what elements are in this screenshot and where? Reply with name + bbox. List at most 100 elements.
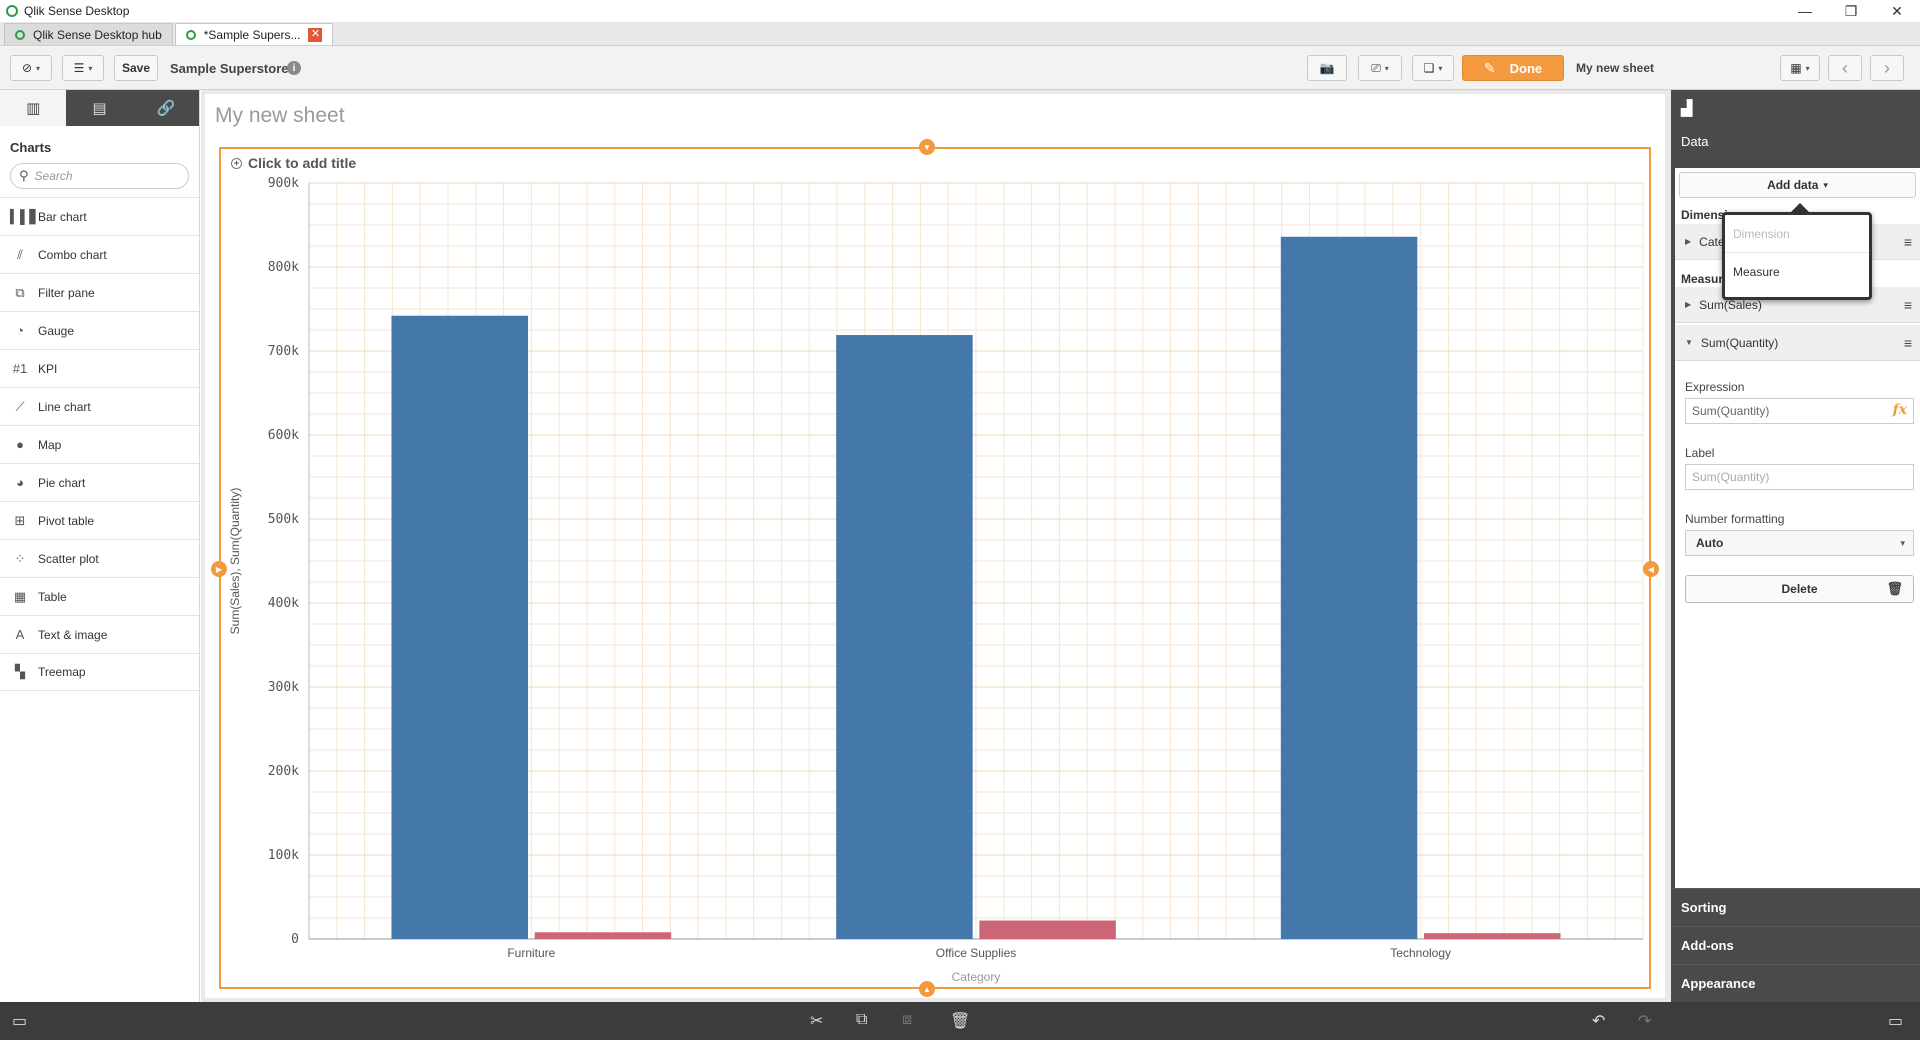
resize-handle-top[interactable]: ▼ — [919, 139, 935, 155]
chart-item-gauge[interactable]: ◔ Gauge — [0, 311, 199, 349]
chart-item-combo-chart[interactable]: ⫽ Combo chart — [0, 235, 199, 273]
appearance-section[interactable]: Appearance — [1671, 964, 1920, 1002]
y-tick-label: 900k — [268, 176, 299, 191]
chevron-down-icon: ▾ — [1384, 63, 1389, 73]
previous-sheet-button[interactable]: ‹ — [1828, 55, 1862, 81]
y-tick-label: 300k — [268, 680, 299, 695]
chart-item-map[interactable]: ● Map — [0, 425, 199, 463]
drag-menu-icon[interactable]: ≡ — [1904, 234, 1912, 250]
add-dimension-option[interactable]: Dimension — [1725, 215, 1869, 253]
drag-menu-icon[interactable]: ≡ — [1904, 297, 1912, 313]
delete-icon[interactable]: 🗑 — [950, 1011, 970, 1031]
search-placeholder: Search — [34, 169, 73, 183]
resize-handle-right[interactable]: ◀ — [1643, 561, 1659, 577]
tab-hub[interactable]: Qlik Sense Desktop hub — [4, 23, 173, 45]
window-title: Qlik Sense Desktop — [24, 4, 130, 18]
add-data-button[interactable]: Add data ▾ — [1679, 172, 1916, 198]
snapshot-button[interactable]: 📷 — [1307, 55, 1347, 81]
delete-measure-button[interactable]: Delete 🗑 — [1685, 575, 1914, 603]
toggle-assets-panel-icon[interactable]: ▭ — [12, 1011, 27, 1031]
bar-chart-svg: 0 100k 200k 300k 400k 500k 600k 700k 800k 900k Fur… — [228, 176, 1644, 984]
redo-icon[interactable]: ↷ — [1638, 1011, 1651, 1031]
tab-fields[interactable]: ▤ — [66, 90, 132, 126]
add-data-label: Add data — [1767, 178, 1819, 192]
toggle-properties-panel-icon[interactable]: ▭ — [1888, 1011, 1903, 1031]
resize-handle-left[interactable]: ▶ — [211, 561, 227, 577]
bar-sum-sales--furniture — [391, 315, 528, 940]
chart-item-table[interactable]: ▦ Table — [0, 577, 199, 615]
chart-search-input[interactable]: ⚲ Search — [10, 163, 189, 189]
y-tick-label: 500k — [268, 512, 299, 527]
cut-icon[interactable]: ✂ — [810, 1011, 823, 1031]
tab-sample-superstore[interactable]: *Sample Supers... ✕ — [174, 23, 334, 45]
close-tab-icon[interactable]: ✕ — [308, 27, 323, 42]
bookmark-button[interactable]: ❏ ▾ — [1412, 55, 1454, 81]
bar-chart-icon: ▍▌▋ — [10, 208, 40, 224]
navigation-menu-button[interactable]: ⊘ ▾ — [10, 55, 52, 81]
bar-chart-icon: ▟ — [1681, 100, 1693, 117]
measure-row-sum-quantity[interactable]: ▼ Sum(Quantity) ≡ — [1675, 325, 1920, 361]
expression-value: Sum(Quantity) — [1692, 404, 1770, 418]
qlik-logo-icon — [6, 5, 18, 17]
chevron-down-icon: ▾ — [1438, 63, 1443, 73]
tab-charts[interactable]: ▥ — [0, 90, 67, 126]
number-formatting-select[interactable]: Auto ▾ — [1685, 530, 1914, 556]
tab-hub-label: Qlik Sense Desktop hub — [33, 27, 162, 42]
fx-icon[interactable]: fx — [1893, 402, 1907, 418]
app-menu-button[interactable]: ☰ ▾ — [62, 55, 104, 81]
close-window-button[interactable]: ✕ — [1874, 0, 1920, 22]
add-measure-option[interactable]: Measure — [1725, 253, 1869, 291]
done-editing-button[interactable]: ✎ Done — [1462, 55, 1564, 81]
bar-sum-sales--technology — [1280, 236, 1418, 939]
sorting-section[interactable]: Sorting — [1671, 888, 1920, 926]
bottom-toolbar: ▭ ✂ ⧉ ⧈ 🗑 ↶ ↷ ▭ — [0, 1002, 1920, 1040]
chart-item-line-chart[interactable]: ⟋ Line chart — [0, 387, 199, 425]
paste-icon[interactable]: ⧈ — [902, 1011, 912, 1029]
qlik-tab-icon — [15, 29, 25, 40]
bar-chart-object[interactable]: + Click to add title 0 100k 200k 300k 400k 50… — [219, 147, 1651, 989]
main-toolbar: ⊘ ▾ ☰ ▾ Save Sample Superstore i 📷 ⎚ ▾ ❏… — [0, 46, 1920, 90]
y-tick-label: 200k — [268, 764, 299, 779]
y-tick-label: 0 — [291, 932, 299, 947]
bar-sum-quantity--furniture — [534, 932, 672, 939]
x-tick-label: Furniture — [507, 946, 555, 960]
data-section-title[interactable]: Data — [1671, 126, 1920, 156]
chevron-down-icon: ▾ — [36, 63, 41, 73]
chart-item-kpi[interactable]: #1 KPI — [0, 349, 199, 387]
x-tick-label: Technology — [1390, 946, 1451, 960]
done-label: Done — [1509, 60, 1543, 76]
chart-item-bar-chart[interactable]: ▍▌▋ Bar chart — [0, 197, 199, 235]
delete-label: Delete — [1781, 582, 1818, 596]
sheet-title[interactable]: My new sheet — [215, 104, 345, 128]
resize-handle-bottom[interactable]: ▲ — [919, 981, 935, 997]
copy-icon[interactable]: ⧉ — [856, 1011, 867, 1029]
addons-section[interactable]: Add-ons — [1671, 926, 1920, 964]
next-sheet-button[interactable]: › — [1870, 55, 1904, 81]
chart-item-pivot-table[interactable]: ⊞ Pivot table — [0, 501, 199, 539]
y-tick-label: 800k — [268, 260, 299, 275]
bookmark-icon: ❏ — [1423, 61, 1435, 75]
filter-pane-icon: ⧉ — [15, 284, 25, 300]
info-icon[interactable]: i — [287, 61, 301, 75]
restore-button[interactable]: ❐ — [1828, 0, 1874, 22]
bar-sum-sales--office-supplies — [836, 335, 973, 939]
sheets-menu-button[interactable]: ▦ ▾ — [1780, 55, 1820, 81]
story-button[interactable]: ⎚ ▾ — [1358, 55, 1402, 81]
bar-sum-quantity--technology — [1424, 933, 1561, 939]
label-input[interactable]: Sum(Quantity) — [1685, 464, 1914, 490]
chart-item-filter-pane[interactable]: ⧉ Filter pane — [0, 273, 199, 311]
expression-input[interactable]: Sum(Quantity) fx — [1685, 398, 1914, 424]
fields-tab-icon: ▤ — [92, 100, 107, 117]
chart-list: ▍▌▋ Bar chart ⫽ Combo chart ⧉ Filter pane ◔ Gau… — [0, 197, 199, 691]
chart-item-scatter-plot[interactable]: ⁘ Scatter plot — [0, 539, 199, 577]
drag-menu-icon[interactable]: ≡ — [1904, 335, 1912, 351]
tab-master-items[interactable]: 🔗 — [133, 90, 199, 126]
chart-item-pie-chart[interactable]: ◕ Pie chart — [0, 463, 199, 501]
chart-item-label: Pivot table — [38, 513, 95, 528]
save-button[interactable]: Save — [114, 55, 158, 81]
chart-item-treemap[interactable]: ▚ Treemap — [0, 653, 199, 691]
minimize-button[interactable]: — — [1782, 0, 1828, 22]
tab-sample-superstore-label: *Sample Supers... — [203, 27, 301, 42]
undo-icon[interactable]: ↶ — [1592, 1011, 1605, 1031]
chart-item-text-image[interactable]: A Text & image — [0, 615, 199, 653]
